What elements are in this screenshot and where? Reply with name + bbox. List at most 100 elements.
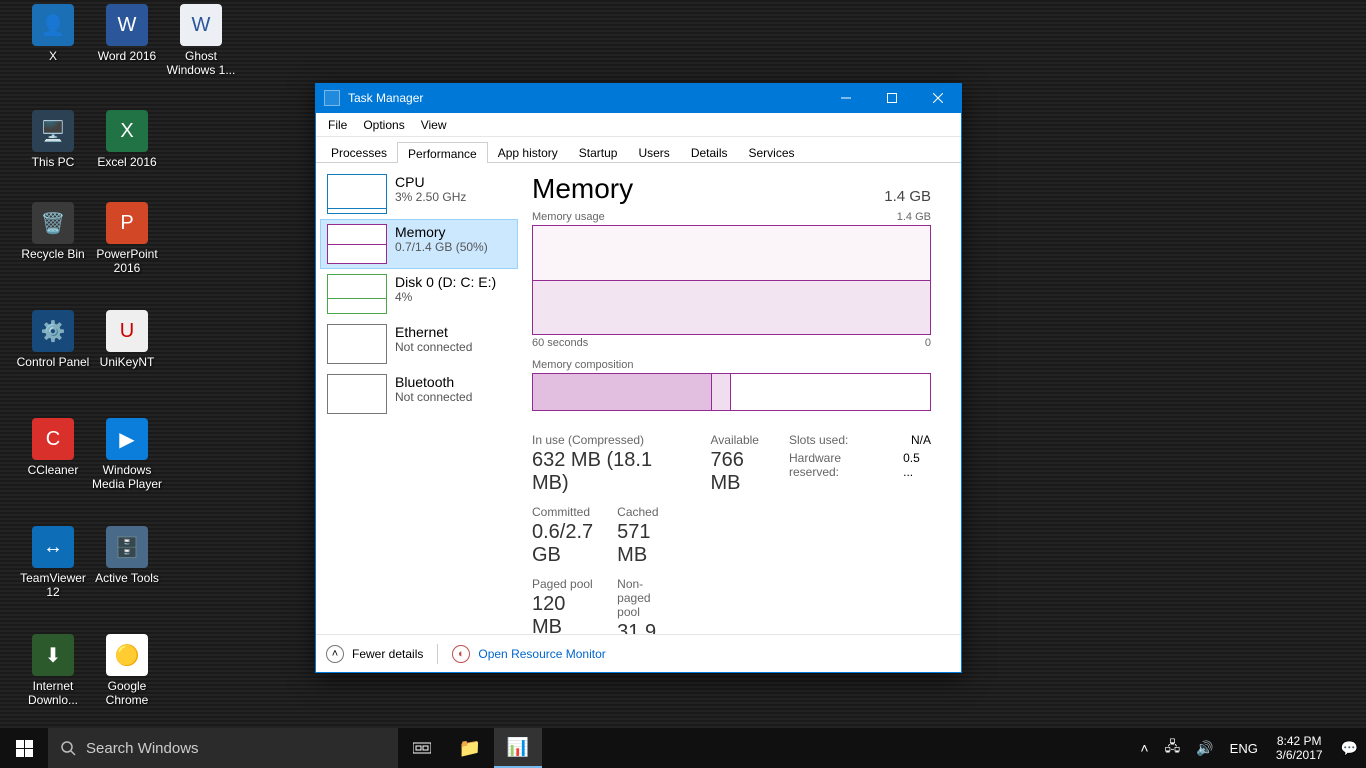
tray-volume-icon[interactable]: 🔊	[1188, 728, 1221, 768]
stat-available-label: Available	[711, 433, 759, 447]
desktop-icon-powerpoint[interactable]: PPowerPoint 2016	[90, 202, 164, 276]
tab-app-history[interactable]: App history	[487, 141, 569, 162]
tab-performance[interactable]: Performance	[397, 142, 488, 163]
memory-title: Memory	[395, 224, 488, 240]
memory-composition-chart	[532, 373, 931, 411]
chart-x-left: 60 seconds	[532, 337, 588, 349]
taskbar-item-explorer[interactable]: 📁	[446, 728, 494, 768]
ethernet-title: Ethernet	[395, 324, 472, 340]
chart-label-right: 1.4 GB	[897, 211, 931, 223]
cpu-thumb-icon	[327, 174, 387, 214]
task-view-icon	[413, 741, 431, 755]
tray-expand-button[interactable]: ˄	[1132, 728, 1156, 768]
perf-item-cpu[interactable]: CPU3% 2.50 GHz	[320, 169, 518, 219]
tab-users[interactable]: Users	[627, 141, 680, 162]
ethernet-sub: Not connected	[395, 340, 472, 354]
stat-committed-label: Committed	[532, 505, 593, 519]
app-icon	[324, 90, 340, 106]
stat-nonpaged-value: 31.9 MB	[617, 621, 670, 634]
desktop-icon-word[interactable]: WWord 2016	[90, 4, 164, 64]
tab-processes[interactable]: Processes	[320, 141, 398, 162]
stat-paged-label: Paged pool	[532, 577, 593, 591]
tray-date: 3/6/2017	[1276, 748, 1323, 762]
stat-nonpaged-label: Non-paged pool	[617, 577, 670, 619]
desktop-icon-unikey[interactable]: UUniKeyNT	[90, 310, 164, 370]
network-icon: 🖧	[1165, 736, 1181, 760]
desktop-icon-idm[interactable]: ⬇Internet Downlo...	[16, 634, 90, 708]
tray-language[interactable]: ENG	[1222, 728, 1266, 768]
tray-action-center[interactable]: 💬	[1333, 728, 1366, 768]
tray-network-icon[interactable]: 🖧	[1157, 728, 1189, 768]
tab-details[interactable]: Details	[680, 141, 739, 162]
perf-item-bluetooth[interactable]: BluetoothNot connected	[320, 369, 518, 419]
desktop-icon-x[interactable]: 👤X	[16, 4, 90, 64]
desktop-icon-teamviewer[interactable]: ↔TeamViewer 12	[16, 526, 90, 600]
cpu-title: CPU	[395, 174, 466, 190]
perf-item-memory[interactable]: Memory0.7/1.4 GB (50%)	[320, 219, 518, 269]
task-view-button[interactable]	[398, 728, 446, 768]
tab-startup[interactable]: Startup	[568, 141, 629, 162]
notification-icon: 💬	[1341, 740, 1358, 757]
tray-clock[interactable]: 8:42 PM 3/6/2017	[1266, 734, 1333, 763]
desktop-icon-wmp[interactable]: ▶Windows Media Player	[90, 418, 164, 492]
perf-item-ethernet[interactable]: EthernetNot connected	[320, 319, 518, 369]
content: CPU3% 2.50 GHz Memory0.7/1.4 GB (50%) Di…	[316, 163, 961, 634]
menu-file[interactable]: File	[320, 116, 355, 134]
bluetooth-thumb-icon	[327, 374, 387, 414]
system-tray: ˄ 🖧 🔊 ENG 8:42 PM 3/6/2017 💬	[1132, 728, 1366, 768]
bluetooth-sub: Not connected	[395, 390, 472, 404]
stat-slots-label: Slots used:	[789, 433, 899, 447]
open-resmon-link[interactable]: Open Resource Monitor	[478, 647, 605, 661]
desktop-icon-recycle-bin[interactable]: 🗑️Recycle Bin	[16, 202, 90, 262]
perf-sidebar: CPU3% 2.50 GHz Memory0.7/1.4 GB (50%) Di…	[316, 163, 522, 634]
tabstrip: Processes Performance App history Startu…	[316, 137, 961, 163]
chevron-up-icon[interactable]: ˄	[326, 645, 344, 663]
search-icon	[60, 740, 76, 756]
desktop-icon-ccleaner[interactable]: CCCleaner	[16, 418, 90, 478]
stat-hw-value: 0.5 ...	[903, 451, 931, 479]
close-button[interactable]	[915, 83, 961, 113]
stat-paged-value: 120 MB	[532, 593, 593, 634]
maximize-icon	[887, 93, 897, 103]
perf-capacity: 1.4 GB	[884, 188, 931, 205]
footer: ˄ Fewer details ◐ Open Resource Monitor	[316, 634, 961, 672]
desktop-icon-this-pc[interactable]: 🖥️This PC	[16, 110, 90, 170]
minimize-button[interactable]	[823, 83, 869, 113]
memory-thumb-icon	[327, 224, 387, 264]
start-button[interactable]	[0, 728, 48, 768]
menu-options[interactable]: Options	[355, 116, 412, 134]
cpu-sub: 3% 2.50 GHz	[395, 190, 466, 204]
resmon-icon: ◐	[452, 645, 470, 663]
chart-x-right: 0	[925, 337, 931, 349]
tab-services[interactable]: Services	[738, 141, 806, 162]
disk-thumb-icon	[327, 274, 387, 314]
window-title: Task Manager	[348, 91, 823, 105]
taskbar-item-task-manager[interactable]: 📊	[494, 728, 542, 768]
stat-available-value: 766 MB	[711, 449, 759, 495]
windows-logo-icon	[16, 740, 33, 757]
desktop-icon-excel[interactable]: XExcel 2016	[90, 110, 164, 170]
perf-item-disk[interactable]: Disk 0 (D: C: E:)4%	[320, 269, 518, 319]
search-input[interactable]: Search Windows	[48, 728, 398, 768]
stat-cached-value: 571 MB	[617, 521, 670, 567]
desktop-icon-chrome[interactable]: 🟡Google Chrome	[90, 634, 164, 708]
maximize-button[interactable]	[869, 83, 915, 113]
minimize-icon	[841, 93, 851, 103]
speaker-icon: 🔊	[1196, 740, 1213, 757]
taskbar: Search Windows 📁 📊 ˄ 🖧 🔊 ENG 8:42 PM 3/6…	[0, 728, 1366, 768]
memory-usage-chart	[532, 225, 931, 335]
stat-cached-label: Cached	[617, 505, 670, 519]
bluetooth-title: Bluetooth	[395, 374, 472, 390]
stat-inuse-value: 632 MB (18.1 MB)	[532, 449, 671, 495]
disk-sub: 4%	[395, 290, 496, 304]
desktop-icon-active-tools[interactable]: 🗄️Active Tools	[90, 526, 164, 586]
stat-slots-value: N/A	[911, 433, 931, 447]
menu-view[interactable]: View	[413, 116, 455, 134]
desktop-icon-ghost-windows[interactable]: WGhost Windows 1...	[164, 4, 238, 78]
search-placeholder: Search Windows	[86, 740, 199, 757]
desktop-icon-control-panel[interactable]: ⚙️Control Panel	[16, 310, 90, 370]
fewer-details-link[interactable]: Fewer details	[352, 647, 423, 661]
stat-hw-label: Hardware reserved:	[789, 451, 891, 479]
titlebar[interactable]: Task Manager	[316, 83, 961, 113]
folder-icon: 📁	[459, 738, 481, 759]
